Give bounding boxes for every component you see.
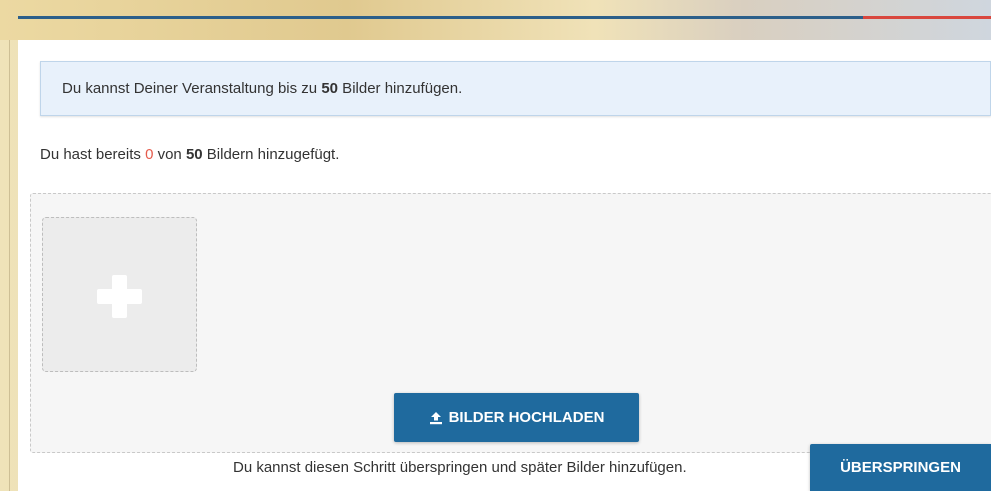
info-alert-prefix: Du kannst Deiner Veranstaltung bis zu — [62, 80, 322, 97]
upload-images-button[interactable]: BILDER HOCHLADEN — [394, 393, 639, 442]
info-alert: Du kannst Deiner Veranstaltung bis zu 50… — [40, 61, 991, 116]
image-count-max: 50 — [185, 146, 203, 163]
info-alert-suffix: Bilder hinzufügen. — [338, 80, 463, 97]
image-count-text: Du hast bereits 0 von 50 Bildern hinzuge… — [40, 146, 339, 163]
upload-icon — [429, 411, 442, 424]
skip-hint-text: Du kannst diesen Schritt überspringen un… — [233, 459, 687, 476]
header-accent-line-red — [863, 16, 991, 19]
header-accent-line-blue — [18, 16, 863, 19]
info-alert-text: Du kannst Deiner Veranstaltung bis zu 50… — [62, 80, 462, 97]
image-count-prefix: Du hast bereits — [40, 146, 146, 163]
skip-button[interactable]: ÜBERSPRINGEN — [810, 444, 991, 491]
skip-button-label: ÜBERSPRINGEN — [840, 459, 961, 476]
info-alert-max-count: 50 — [321, 80, 339, 97]
page-header-background — [0, 0, 991, 40]
content-left-border — [9, 40, 10, 491]
image-count-suffix: Bildern hinzugefügt. — [202, 146, 340, 163]
upload-images-label: BILDER HOCHLADEN — [448, 409, 605, 426]
add-image-tile[interactable] — [42, 217, 197, 372]
image-count-middle: von — [153, 146, 186, 163]
